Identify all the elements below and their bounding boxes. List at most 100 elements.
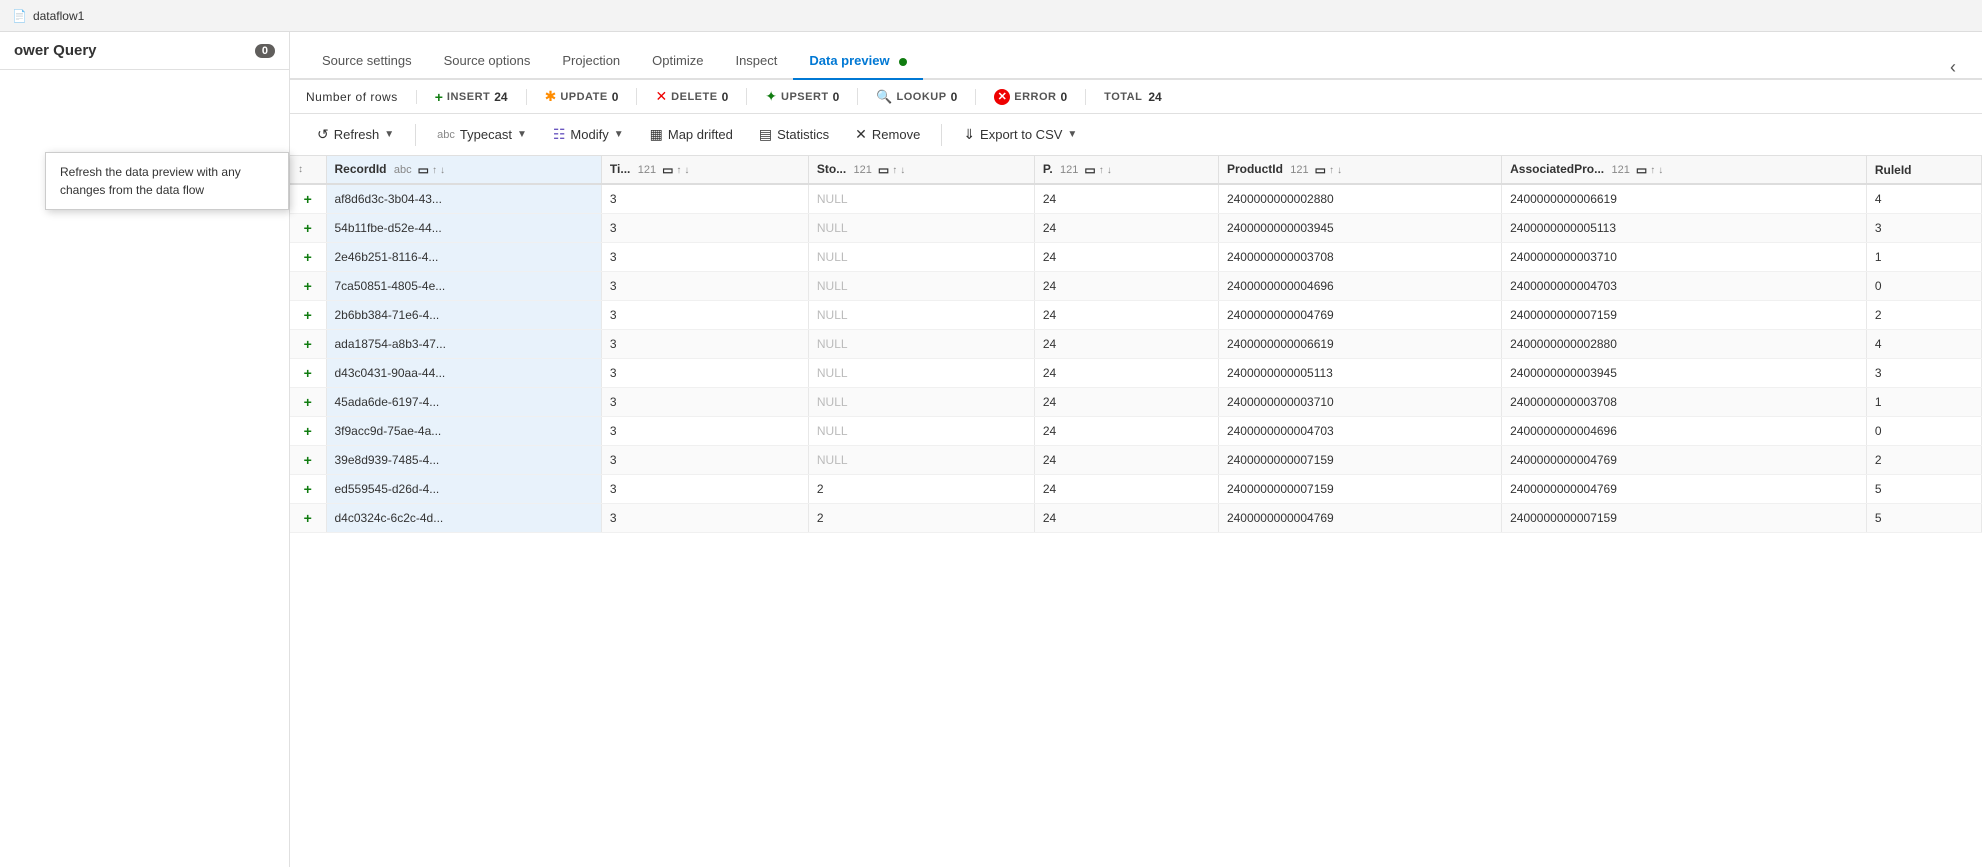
typecast-button[interactable]: abc Typecast ▼ xyxy=(426,121,538,148)
row-add-icon[interactable]: + xyxy=(290,214,326,243)
p-sort-desc-icon[interactable]: ↓ xyxy=(1107,165,1112,176)
tab-source-options[interactable]: Source options xyxy=(428,43,547,80)
assoc-sort-asc-icon[interactable]: ↑ xyxy=(1650,165,1655,176)
cell-ti: 3 xyxy=(601,301,808,330)
table-row[interactable]: + 45ada6de-6197-4... 3 NULL 24 240000000… xyxy=(290,388,1982,417)
modify-button[interactable]: ☷ Modify ▼ xyxy=(542,120,635,149)
ti-copy-icon[interactable]: ▭ xyxy=(662,163,673,177)
sto-sort-asc-icon[interactable]: ↑ xyxy=(892,165,897,176)
sto-sort-desc-icon[interactable]: ↓ xyxy=(900,165,905,176)
lookup-icon: 🔍 xyxy=(876,89,892,105)
row-add-icon[interactable]: + xyxy=(290,184,326,214)
cell-recordid: 54b11fbe-d52e-44... xyxy=(326,214,601,243)
cell-recordid: 2e46b251-8116-4... xyxy=(326,243,601,272)
row-add-icon[interactable]: + xyxy=(290,330,326,359)
col-header-ruleid[interactable]: RuleId xyxy=(1866,156,1981,184)
row-add-icon[interactable]: + xyxy=(290,504,326,533)
cell-assoc: 2400000000004769 xyxy=(1502,475,1867,504)
row-add-icon[interactable]: + xyxy=(290,417,326,446)
productid-sort-desc-icon[interactable]: ↓ xyxy=(1337,165,1342,176)
row-add-icon[interactable]: + xyxy=(290,446,326,475)
tab-inspect[interactable]: Inspect xyxy=(719,43,793,80)
table-row[interactable]: + 2b6bb384-71e6-4... 3 NULL 24 240000000… xyxy=(290,301,1982,330)
refresh-button[interactable]: ↺ Refresh ▼ xyxy=(306,120,405,149)
ti-sort-desc-icon[interactable]: ↓ xyxy=(684,165,689,176)
cell-assoc: 2400000000007159 xyxy=(1502,504,1867,533)
map-drifted-button[interactable]: ▦ Map drifted xyxy=(639,120,744,149)
sidebar-header: ower Query 0 xyxy=(0,32,289,70)
tab-projection[interactable]: Projection xyxy=(546,43,636,80)
col-header-ti[interactable]: Ti... 121 ▭ ↑ ↓ xyxy=(601,156,808,184)
export-chevron-icon: ▼ xyxy=(1067,129,1077,140)
cell-ti: 3 xyxy=(601,243,808,272)
cell-p: 24 xyxy=(1034,214,1218,243)
productid-sort-asc-icon[interactable]: ↑ xyxy=(1329,165,1334,176)
number-of-rows-label: Number of rows xyxy=(306,90,398,104)
cell-recordid: ed559545-d26d-4... xyxy=(326,475,601,504)
table-row[interactable]: + 2e46b251-8116-4... 3 NULL 24 240000000… xyxy=(290,243,1982,272)
cell-productid: 2400000000004769 xyxy=(1218,504,1501,533)
table-row[interactable]: + ada18754-a8b3-47... 3 NULL 24 24000000… xyxy=(290,330,1982,359)
row-add-icon[interactable]: + xyxy=(290,272,326,301)
assoc-sort-desc-icon[interactable]: ↓ xyxy=(1658,165,1663,176)
statistics-button[interactable]: ▤ Statistics xyxy=(748,120,840,149)
cell-productid: 2400000000004696 xyxy=(1218,272,1501,301)
table-row[interactable]: + af8d6d3c-3b04-43... 3 NULL 24 24000000… xyxy=(290,184,1982,214)
col-copy-icon[interactable]: ▭ xyxy=(418,163,429,177)
p-copy-icon[interactable]: ▭ xyxy=(1084,163,1095,177)
tab-data-preview[interactable]: Data preview xyxy=(793,43,923,80)
sidebar-title: ower Query xyxy=(14,42,97,59)
row-add-icon[interactable]: + xyxy=(290,475,326,504)
statistics-label: Statistics xyxy=(777,127,829,142)
breadcrumb-icon: 📄 xyxy=(12,9,27,23)
col-header-productid[interactable]: ProductId 121 ▭ ↑ ↓ xyxy=(1218,156,1501,184)
delete-icon: ✕ xyxy=(655,88,667,105)
cell-p: 24 xyxy=(1034,272,1218,301)
productid-copy-icon[interactable]: ▭ xyxy=(1315,163,1326,177)
sidebar-badge: 0 xyxy=(255,44,275,58)
col-header-sto[interactable]: Sto... 121 ▭ ↑ ↓ xyxy=(808,156,1034,184)
close-panel-button[interactable]: ‹ xyxy=(1940,57,1966,78)
cell-assoc: 2400000000005113 xyxy=(1502,214,1867,243)
ti-sort-asc-icon[interactable]: ↑ xyxy=(676,165,681,176)
col-header-assoc[interactable]: AssociatedPro... 121 ▭ ↑ ↓ xyxy=(1502,156,1867,184)
cell-recordid: af8d6d3c-3b04-43... xyxy=(326,184,601,214)
col-header-recordid[interactable]: RecordId abc ▭ ↑ ↓ xyxy=(326,156,601,184)
refresh-tooltip: Refresh the data preview with any change… xyxy=(45,152,289,210)
typecast-chevron-icon: ▼ xyxy=(517,129,527,140)
data-table-container[interactable]: ↕ RecordId abc ▭ ↑ ↓ xyxy=(290,156,1982,867)
col-header-p[interactable]: P. 121 ▭ ↑ ↓ xyxy=(1034,156,1218,184)
col-sort-asc-icon[interactable]: ↑ xyxy=(432,165,437,176)
cell-ruleid: 4 xyxy=(1866,184,1981,214)
cell-ti: 3 xyxy=(601,446,808,475)
cell-productid: 2400000000005113 xyxy=(1218,359,1501,388)
table-row[interactable]: + ed559545-d26d-4... 3 2 24 240000000000… xyxy=(290,475,1982,504)
p-sort-asc-icon[interactable]: ↑ xyxy=(1099,165,1104,176)
table-row[interactable]: + 7ca50851-4805-4e... 3 NULL 24 24000000… xyxy=(290,272,1982,301)
modify-label: Modify xyxy=(570,127,608,142)
preview-active-dot xyxy=(899,58,907,66)
number-of-rows-stat: Number of rows xyxy=(306,90,417,104)
sto-copy-icon[interactable]: ▭ xyxy=(878,163,889,177)
export-csv-button[interactable]: ⇓ Export to CSV ▼ xyxy=(952,120,1088,149)
table-row[interactable]: + 54b11fbe-d52e-44... 3 NULL 24 24000000… xyxy=(290,214,1982,243)
table-header-row: ↕ RecordId abc ▭ ↑ ↓ xyxy=(290,156,1982,184)
table-row[interactable]: + d4c0324c-6c2c-4d... 3 2 24 24000000000… xyxy=(290,504,1982,533)
row-add-icon[interactable]: + xyxy=(290,359,326,388)
delete-value: 0 xyxy=(722,90,729,104)
cell-sto: NULL xyxy=(808,446,1034,475)
table-row[interactable]: + 3f9acc9d-75ae-4a... 3 NULL 24 24000000… xyxy=(290,417,1982,446)
assoc-copy-icon[interactable]: ▭ xyxy=(1636,163,1647,177)
refresh-icon: ↺ xyxy=(317,126,329,143)
tab-source-settings[interactable]: Source settings xyxy=(306,43,428,80)
cell-ti: 3 xyxy=(601,359,808,388)
col-sort-desc-icon[interactable]: ↓ xyxy=(440,165,445,176)
table-row[interactable]: + d43c0431-90aa-44... 3 NULL 24 24000000… xyxy=(290,359,1982,388)
row-add-icon[interactable]: + xyxy=(290,301,326,330)
table-row[interactable]: + 39e8d939-7485-4... 3 NULL 24 240000000… xyxy=(290,446,1982,475)
statistics-icon: ▤ xyxy=(759,126,772,143)
row-add-icon[interactable]: + xyxy=(290,388,326,417)
remove-button[interactable]: ✕ Remove xyxy=(844,120,931,149)
row-add-icon[interactable]: + xyxy=(290,243,326,272)
tab-optimize[interactable]: Optimize xyxy=(636,43,719,80)
